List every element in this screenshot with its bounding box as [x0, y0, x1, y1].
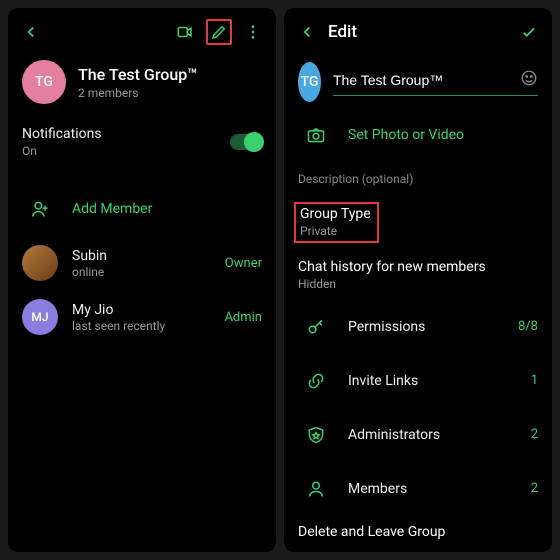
group-name: The Test Group™ [78, 65, 197, 84]
more-menu-icon[interactable] [240, 19, 266, 45]
add-member-icon [22, 191, 58, 227]
confirm-check-icon[interactable] [516, 19, 542, 45]
add-member-label: Add Member [72, 201, 262, 217]
notifications-row[interactable]: Notifications On [8, 116, 276, 168]
delete-group-row[interactable]: Delete and Leave Group [284, 516, 552, 548]
chat-history-row[interactable]: Chat history for new members Hidden [284, 251, 552, 299]
edit-pencil-icon[interactable] [206, 19, 232, 45]
add-member-row[interactable]: Add Member [8, 182, 276, 236]
edit-group-screen: Edit TG Set Photo or Video Description (… [284, 8, 552, 552]
notifications-state: On [22, 144, 230, 158]
administrators-row[interactable]: Administrators 2 [284, 408, 552, 462]
notifications-toggle[interactable] [230, 134, 262, 150]
permissions-label: Permissions [348, 319, 504, 335]
video-chat-icon[interactable] [172, 19, 198, 45]
invite-links-label: Invite Links [348, 373, 517, 389]
set-photo-label: Set Photo or Video [348, 127, 538, 143]
members-label: Members [348, 481, 517, 497]
shield-icon [298, 417, 334, 453]
user-icon [298, 471, 334, 507]
description-placeholder: Description (optional) [298, 172, 538, 186]
chat-history-label: Chat history for new members [298, 259, 538, 275]
chat-history-value: Hidden [298, 277, 538, 291]
member-status: last seen recently [72, 319, 210, 333]
permissions-value: 8/8 [518, 319, 538, 334]
member-name: Subin [72, 248, 211, 264]
group-member-count: 2 members [78, 86, 197, 100]
member-role: Admin [224, 310, 262, 325]
topbar-left [8, 12, 276, 52]
key-icon [298, 309, 334, 345]
topbar-right: Edit [284, 12, 552, 52]
member-avatar: MJ [22, 299, 58, 335]
emoji-icon[interactable] [520, 69, 538, 91]
member-role: Owner [225, 256, 262, 271]
back-arrow-icon[interactable] [18, 19, 44, 45]
camera-icon [298, 117, 334, 153]
group-type-row[interactable]: Group Type Private [284, 194, 552, 251]
administrators-value: 2 [531, 427, 538, 442]
group-avatar[interactable]: TG [22, 60, 66, 104]
edit-header: TG [284, 52, 552, 108]
member-status: online [72, 265, 211, 279]
members-row[interactable]: Members 2 [284, 462, 552, 516]
group-type-value: Private [300, 224, 371, 238]
member-row[interactable]: Subin online Owner [8, 236, 276, 290]
invite-links-row[interactable]: Invite Links 1 [284, 354, 552, 408]
member-row[interactable]: MJ My Jio last seen recently Admin [8, 290, 276, 344]
group-info-screen: TG The Test Group™ 2 members Notificatio… [8, 8, 276, 552]
back-arrow-icon[interactable] [294, 19, 320, 45]
notifications-label: Notifications [22, 126, 230, 142]
delete-group-label: Delete and Leave Group [298, 524, 538, 540]
group-type-label: Group Type [300, 206, 371, 222]
member-avatar [22, 245, 58, 281]
group-name-input[interactable] [333, 72, 514, 88]
administrators-label: Administrators [348, 427, 517, 443]
link-icon [298, 363, 334, 399]
member-name: My Jio [72, 302, 210, 318]
screen-title: Edit [328, 22, 357, 42]
group-header: TG The Test Group™ 2 members [8, 52, 276, 116]
description-field[interactable]: Description (optional) [284, 162, 552, 194]
invite-links-value: 1 [531, 373, 538, 388]
permissions-row[interactable]: Permissions 8/8 [284, 300, 552, 354]
set-photo-row[interactable]: Set Photo or Video [284, 108, 552, 162]
group-avatar[interactable]: TG [298, 62, 321, 102]
members-value: 2 [531, 481, 538, 496]
